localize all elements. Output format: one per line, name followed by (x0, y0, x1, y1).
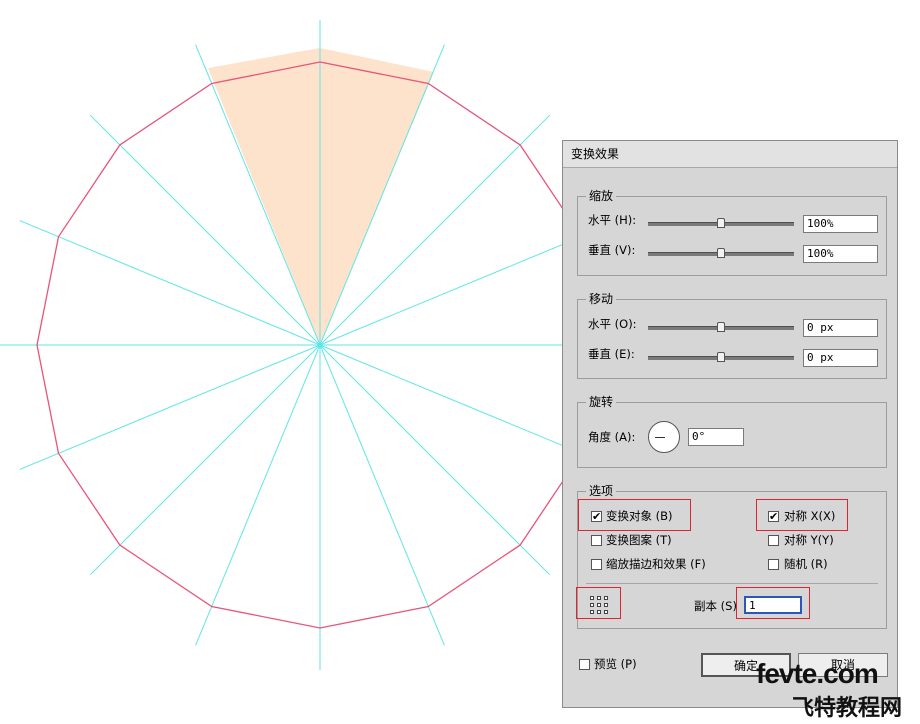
scale-horizontal-input[interactable]: 100% (803, 215, 878, 233)
transform-effect-dialog: 变换效果 缩放 水平 (H): 100% 垂直 (V): 100% 移动 水平 … (562, 140, 898, 708)
annotation-box-copies (736, 587, 810, 619)
annotation-box-reflect-x (756, 499, 848, 531)
rotate-group: 旋转 角度 (A): 0° (577, 394, 887, 468)
copies-label: 副本 (S) (694, 599, 737, 613)
scale-legend: 缩放 (586, 188, 617, 204)
move-vertical-thumb[interactable] (717, 352, 725, 362)
transform-patterns-label: 变换图案 (T) (606, 533, 672, 547)
random-label: 随机 (R) (784, 557, 828, 571)
scale-horizontal-label: 水平 (H): (588, 213, 637, 227)
preview-checkbox[interactable] (579, 659, 590, 670)
move-legend: 移动 (586, 291, 617, 307)
options-legend: 选项 (586, 483, 617, 499)
annotation-box-transform-objects (578, 499, 691, 531)
scale-strokes-label: 缩放描边和效果 (F) (606, 557, 706, 571)
watermark-domain: fevte.com (756, 658, 879, 689)
move-horizontal-label: 水平 (O): (588, 317, 637, 331)
reflect-y-checkbox[interactable] (768, 535, 779, 546)
highlighted-wedge (208, 48, 434, 345)
annotation-box-reference-point (576, 587, 621, 619)
scale-group: 缩放 水平 (H): 100% 垂直 (V): 100% (577, 188, 887, 276)
move-horizontal-thumb[interactable] (717, 322, 725, 332)
transform-patterns-checkbox[interactable] (591, 535, 602, 546)
scale-strokes-checkbox[interactable] (591, 559, 602, 570)
scale-horizontal-thumb[interactable] (717, 218, 725, 228)
options-divider (586, 583, 878, 584)
scale-vertical-input[interactable]: 100% (803, 245, 878, 263)
angle-input[interactable]: 0° (688, 428, 744, 446)
reflect-y-label: 对称 Y(Y) (784, 533, 834, 547)
scale-vertical-thumb[interactable] (717, 248, 725, 258)
angle-dial[interactable] (648, 421, 680, 453)
move-horizontal-input[interactable]: 0 px (803, 319, 878, 337)
preview-label: 预览 (P) (594, 657, 637, 671)
rotate-legend: 旋转 (586, 394, 617, 410)
dialog-title: 变换效果 (563, 141, 897, 168)
angle-label: 角度 (A): (588, 430, 636, 444)
random-checkbox[interactable] (768, 559, 779, 570)
watermark-site-name: 飞特教程网 (792, 696, 903, 721)
move-vertical-label: 垂直 (E): (588, 347, 635, 361)
move-group: 移动 水平 (O): 0 px 垂直 (E): 0 px (577, 291, 887, 379)
scale-vertical-label: 垂直 (V): (588, 243, 636, 257)
move-vertical-input[interactable]: 0 px (803, 349, 878, 367)
